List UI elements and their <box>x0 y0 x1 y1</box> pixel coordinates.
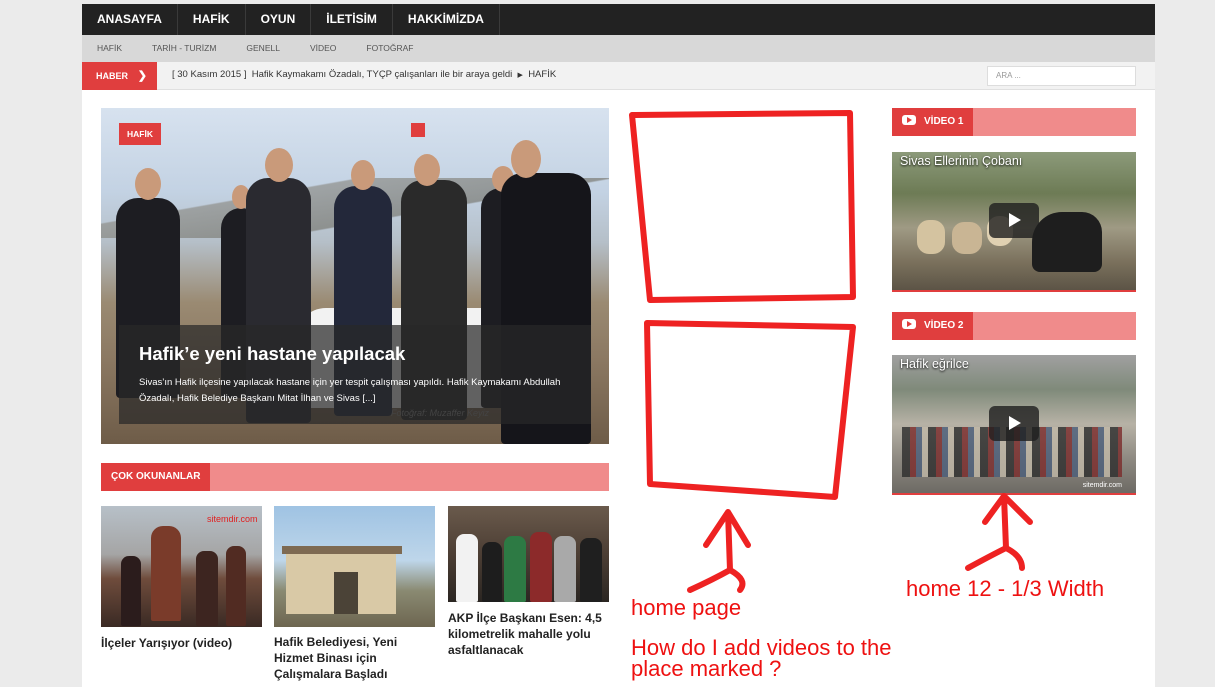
hero-image-head <box>351 160 375 190</box>
sub-navigation: HAFİK TARİH - TURİZM GENELL VİDEO FOTOĞR… <box>82 35 1155 62</box>
news-ticker: HABER ❯ [ 30 Kasım 2015 ] Hafik Kaymakam… <box>82 62 1155 90</box>
ticker-date: [ 30 Kasım 2015 ] <box>172 69 247 80</box>
subnav-item-video[interactable]: VİDEO <box>295 35 351 62</box>
ticker-badge: HABER ❯ <box>82 62 157 90</box>
hero-image-head <box>511 140 541 178</box>
thumb-figure <box>482 542 502 602</box>
thumb-figure <box>580 538 602 602</box>
hero-image-head <box>135 168 161 200</box>
video-1-animal <box>917 220 945 254</box>
video-1-player[interactable]: Sivas Ellerinin Çobanı <box>892 152 1136 292</box>
popular-section-header: ÇOK OKUNANLAR <box>101 463 609 491</box>
subnav-item-hafik[interactable]: HAFİK <box>82 35 137 62</box>
subnav-item-tarih-turizm[interactable]: TARİH - TURİZM <box>137 35 231 62</box>
ticker-headline[interactable]: Hafik Kaymakamı Özadalı, TYÇP çalışanlar… <box>252 69 512 80</box>
popular-thumb-2[interactable] <box>274 506 435 627</box>
hero-category-tag[interactable]: HAFİK <box>119 123 161 145</box>
annotation-home-page: home page <box>631 595 742 620</box>
video-2-section-header: VİDEO 2 <box>892 312 1136 340</box>
video-1-title[interactable]: Sivas Ellerinin Çobanı <box>900 154 1022 168</box>
annotation-question-line-2: place marked ? <box>631 656 782 681</box>
thumb-figure <box>456 534 478 602</box>
nav-item-hafik[interactable]: HAFİK <box>178 4 246 35</box>
hero-caption: Hafik’e yeni hastane yapılacak Sivas’ın … <box>119 325 591 424</box>
nav-item-hakkimizda[interactable]: HAKKİMİZDA <box>393 4 500 35</box>
thumb-watermark: sitemdir.com <box>207 514 258 524</box>
ticker-category[interactable]: HAFİK <box>528 69 556 80</box>
popular-post-title-1[interactable]: İlçeler Yarışıyor (video) <box>101 635 262 651</box>
youtube-icon <box>902 115 916 126</box>
thumb-figure <box>226 546 246 626</box>
video-2-player[interactable]: Hafik eğrilce sitemdir.com <box>892 355 1136 495</box>
hero-photo-credit: Fotoğraf: Muzaffer Keyiz <box>391 408 490 418</box>
video-1-section-header: VİDEO 1 <box>892 108 1136 136</box>
nav-item-oyun[interactable]: OYUN <box>246 4 312 35</box>
chevron-right-icon: ❯ <box>137 70 147 82</box>
annotation-width-note: home 12 - 1/3 Width <box>906 576 1105 601</box>
thumb-figure <box>504 536 526 602</box>
subnav-item-fotograf[interactable]: FOTOĞRAF <box>351 35 428 62</box>
video-1-section-title: VİDEO 1 <box>892 108 974 136</box>
popular-thumb-3[interactable] <box>448 506 609 602</box>
youtube-icon <box>902 319 916 330</box>
play-icon[interactable] <box>989 203 1039 238</box>
popular-post-title-2[interactable]: Hafik Belediyesi, Yeni Hizmet Binası içi… <box>274 634 424 682</box>
main-navigation: ANASAYFA HAFİK OYUN İLETİSİM HAKKİMİZDA <box>82 4 1155 35</box>
thumb-figure <box>554 536 576 602</box>
video-2-heading: VİDEO 2 <box>924 320 964 331</box>
popular-section-title: ÇOK OKUNANLAR <box>101 463 211 491</box>
video-2-watermark: sitemdir.com <box>1082 482 1122 489</box>
hero-image-head <box>414 154 440 186</box>
slider-indicator[interactable] <box>411 123 425 137</box>
video-1-animal <box>952 222 982 254</box>
nav-item-iletisim[interactable]: İLETİSİM <box>311 4 393 35</box>
play-icon[interactable] <box>989 406 1039 441</box>
video-1-animal <box>1032 212 1102 272</box>
video-1-heading: VİDEO 1 <box>924 116 964 127</box>
thumb-figure <box>196 551 218 626</box>
thumb-figure <box>530 532 552 602</box>
ticker-news[interactable]: [ 30 Kasım 2015 ] Hafik Kaymakamı Özadal… <box>172 62 556 89</box>
thumb-building-roof <box>282 546 402 554</box>
hero-title[interactable]: Hafik’e yeni hastane yapılacak <box>139 343 571 365</box>
caret-right-icon: ▶ <box>517 72 523 79</box>
thumb-figure <box>121 556 141 626</box>
video-2-section-title: VİDEO 2 <box>892 312 974 340</box>
popular-post-title-3[interactable]: AKP İlçe Başkanı Esen: 4,5 kilometrelik … <box>448 610 609 658</box>
nav-item-anasayfa[interactable]: ANASAYFA <box>82 4 178 35</box>
hero-excerpt: Sivas’ın Hafik ilçesine yapılacak hastan… <box>139 377 561 404</box>
ticker-badge-label: HABER <box>96 71 129 81</box>
popular-thumb-1[interactable]: sitemdir.com <box>101 506 262 627</box>
video-2-title[interactable]: Hafik eğrilce <box>900 357 969 371</box>
thumb-door <box>334 572 358 614</box>
hero-image-head <box>265 148 293 182</box>
thumb-figure <box>151 526 181 621</box>
subnav-item-genell[interactable]: GENELL <box>231 35 295 62</box>
hero-slider[interactable]: HAFİK Hafik’e yeni hastane yapılacak Siv… <box>101 108 609 444</box>
search-input[interactable]: ARA ... <box>987 66 1136 86</box>
